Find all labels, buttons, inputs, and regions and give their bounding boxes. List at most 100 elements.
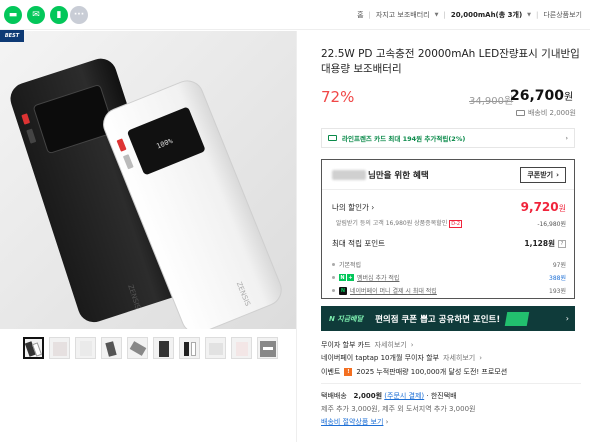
coupon-button[interactable]: 쿠폰받기 › [520, 167, 566, 183]
other-products-link[interactable]: 다른상품보기 [543, 10, 582, 20]
thumbnail-6[interactable] [153, 337, 174, 359]
naverpay-points-link[interactable]: 네이버페이 머니 결제 시 최대 적립 [350, 286, 437, 295]
event-text[interactable]: 2025 누적판매량 100,000개 달성 도전! 프로모션 [356, 367, 507, 377]
thumbnail-8[interactable] [205, 337, 226, 359]
thumbnail-4[interactable] [101, 337, 122, 359]
thumbnail-5[interactable] [127, 337, 148, 359]
bullet [332, 263, 335, 266]
discount-rate: 72% [321, 88, 355, 106]
banner-logo: N 지금배달 [329, 314, 364, 323]
my-price-number: 9,720 [520, 200, 559, 214]
product-main-image[interactable]: ZENSIS 100% ZENSIS [0, 31, 296, 329]
delivery-fee: 2,000원 [353, 392, 383, 400]
breadcrumb-category[interactable]: 자지고 보조배터리 [376, 10, 430, 20]
breadcrumb-home[interactable]: 홈 [357, 10, 363, 20]
sale-price-unit: 원 [564, 92, 574, 103]
points-item-value: 193원 [549, 288, 566, 295]
chevron-right-icon: › [368, 202, 375, 212]
membership-points-link[interactable]: 멤버십 추가 적립 [357, 273, 399, 282]
benefit-header: 님만을 위한 혜택 쿠폰받기 › [322, 160, 574, 190]
list-item: 기본적립 97원 [332, 258, 566, 271]
installment-label: 무이자 할부 카드 [321, 341, 371, 349]
help-icon[interactable]: ? [558, 239, 566, 248]
thumbnail-2[interactable] [49, 337, 70, 359]
discount-detail-label: 알림받기 등의 고객 16,980원 상품증복할인 [335, 220, 448, 227]
points-item-value: 388원 [549, 275, 566, 282]
delivery-label: 택배배송 [321, 392, 347, 400]
delivery-extra-text: 제주 추가 3,000원, 제주 외 도서지역 추가 3,000원 [321, 405, 476, 413]
card-promo[interactable]: 라인프렌즈 카드 최대 194원 추가적립(2%) › [321, 128, 575, 148]
bookmark-icon[interactable]: ▮ [50, 6, 68, 24]
my-price-row: 나의 할인가 › 9,720원 [332, 200, 566, 214]
chevron-right-icon: › [565, 314, 569, 323]
my-price-unit: 원 [558, 204, 566, 213]
bundle-row: 배송비 절약상품 보기 › [321, 417, 581, 427]
product-title: 22.5W PD 고속충전 20000mAh LED잔량표시 기내반입 대용량 … [321, 48, 580, 75]
dday-tag: D-2 [449, 220, 463, 228]
bundle-products-link[interactable]: 배송비 절약상품 보기 [321, 418, 383, 426]
points-amount: 1,128원 [524, 239, 555, 248]
divider [321, 383, 581, 384]
power-bank-illustration: ZENSIS 100% ZENSIS [0, 31, 296, 329]
plus-icon: + [347, 274, 354, 281]
taptap-detail-link[interactable]: 자세히보기 [443, 353, 475, 363]
banner-text: 편의점 쿠폰 뽑고 공유하면 포인트! [375, 314, 501, 325]
delivery-row: 택배배송 2,000원 (주문시 결제) · 한진택배 [321, 391, 581, 401]
event-row: 이벤트 ! 2025 누적판매량 100,000개 달성 도전! 프로모션 [321, 367, 581, 377]
taptap-row: 네이버페이 taptap 10개월 무이자 할부 자세히보기 › [321, 353, 581, 363]
points-label: 최대 적립 포인트 [332, 239, 386, 248]
more-icon[interactable]: ··· [70, 6, 88, 24]
chevron-right-icon: › [556, 171, 559, 179]
shipping-fee-text: 배송비 2,000원 [527, 109, 576, 117]
product-info-panel: 22.5W PD 고속충전 20000mAh LED잔량표시 기내반입 대용량 … [296, 31, 590, 442]
sale-price: 26,700원 [510, 88, 573, 104]
bullet [332, 289, 335, 292]
thumbnail-7[interactable] [179, 337, 200, 359]
promo-banner[interactable]: N 지금배달 편의점 쿠폰 뽑고 공유하면 포인트! › [321, 306, 575, 331]
event-label: 이벤트 [321, 368, 341, 376]
credit-card-icon [328, 135, 337, 141]
shipping-fee: 배송비 2,000원 [515, 108, 576, 118]
thumbnail-1[interactable] [23, 337, 44, 359]
installment-row: 무이자 할부 카드 자세히보기 › [321, 340, 581, 350]
event-icon: ! [344, 368, 353, 376]
separator: | [443, 11, 446, 19]
original-price: 34,900원 [469, 96, 514, 107]
top-bar: ▬ ✉ ▮ ··· 홈 | 자지고 보조배터리 ▼ | 20,000mAh(총 … [0, 0, 590, 30]
thumbnail-3[interactable] [75, 337, 96, 359]
talk-talk-icon[interactable]: ▬ [4, 6, 22, 24]
chevron-right-icon: › [410, 341, 414, 349]
points-item-label: 기본적립 [339, 262, 362, 269]
taptap-label: 네이버페이 taptap 10개월 무이자 할부 [321, 354, 440, 362]
thumbnail-9[interactable] [231, 337, 252, 359]
naver-pay-icon: N [339, 286, 347, 295]
talk-icon[interactable]: ✉ [27, 6, 45, 24]
points-breakdown: 기본적립 97원 N + 멤버십 추가 적립 388원 N 네이버페이 머니 결제… [332, 258, 566, 297]
masked-username [332, 170, 366, 180]
chevron-right-icon: › [565, 134, 568, 142]
discount-detail-row: 알림받기 등의 고객 16,980원 상품증복할인 D-2 -16,980원 [332, 218, 566, 228]
chevron-down-icon[interactable]: ▼ [527, 12, 531, 18]
benefit-title: 님만을 위한 혜택 [368, 171, 429, 181]
card-promo-text: 라인프렌즈 카드 최대 194원 추가적립(2%) [342, 135, 466, 143]
chevron-down-icon[interactable]: ▼ [435, 12, 439, 18]
list-item: N 네이버페이 머니 결제 시 최대 적립 193원 [332, 284, 566, 297]
thumbnail-10[interactable] [257, 337, 278, 359]
chevron-right-icon: › [385, 418, 389, 426]
best-badge: BEST [0, 30, 24, 42]
sale-price-number: 26,700 [510, 88, 565, 104]
separator: | [368, 11, 371, 19]
points-value: 1,128원? [524, 238, 566, 249]
my-price-label[interactable]: 나의 할인가 [332, 202, 369, 213]
breadcrumb-option[interactable]: 20,000mAh(총 3개) [451, 10, 522, 20]
delivery-carrier: · 한진택배 [426, 392, 457, 400]
installment-detail-link[interactable]: 자세히보기 [375, 340, 407, 350]
list-item: N + 멤버십 추가 적립 388원 [332, 271, 566, 284]
coupon-illustration-icon [505, 311, 530, 326]
separator: | [536, 11, 539, 19]
thumbnail-strip [23, 337, 278, 359]
delivery-fee-note[interactable]: (주문시 결제) [384, 392, 424, 400]
delivery-extra: 제주 추가 3,000원, 제주 외 도서지역 추가 3,000원 [321, 404, 581, 414]
my-price-value: 9,720원 [521, 200, 566, 214]
points-row: 최대 적립 포인트 1,128원? [332, 238, 566, 249]
